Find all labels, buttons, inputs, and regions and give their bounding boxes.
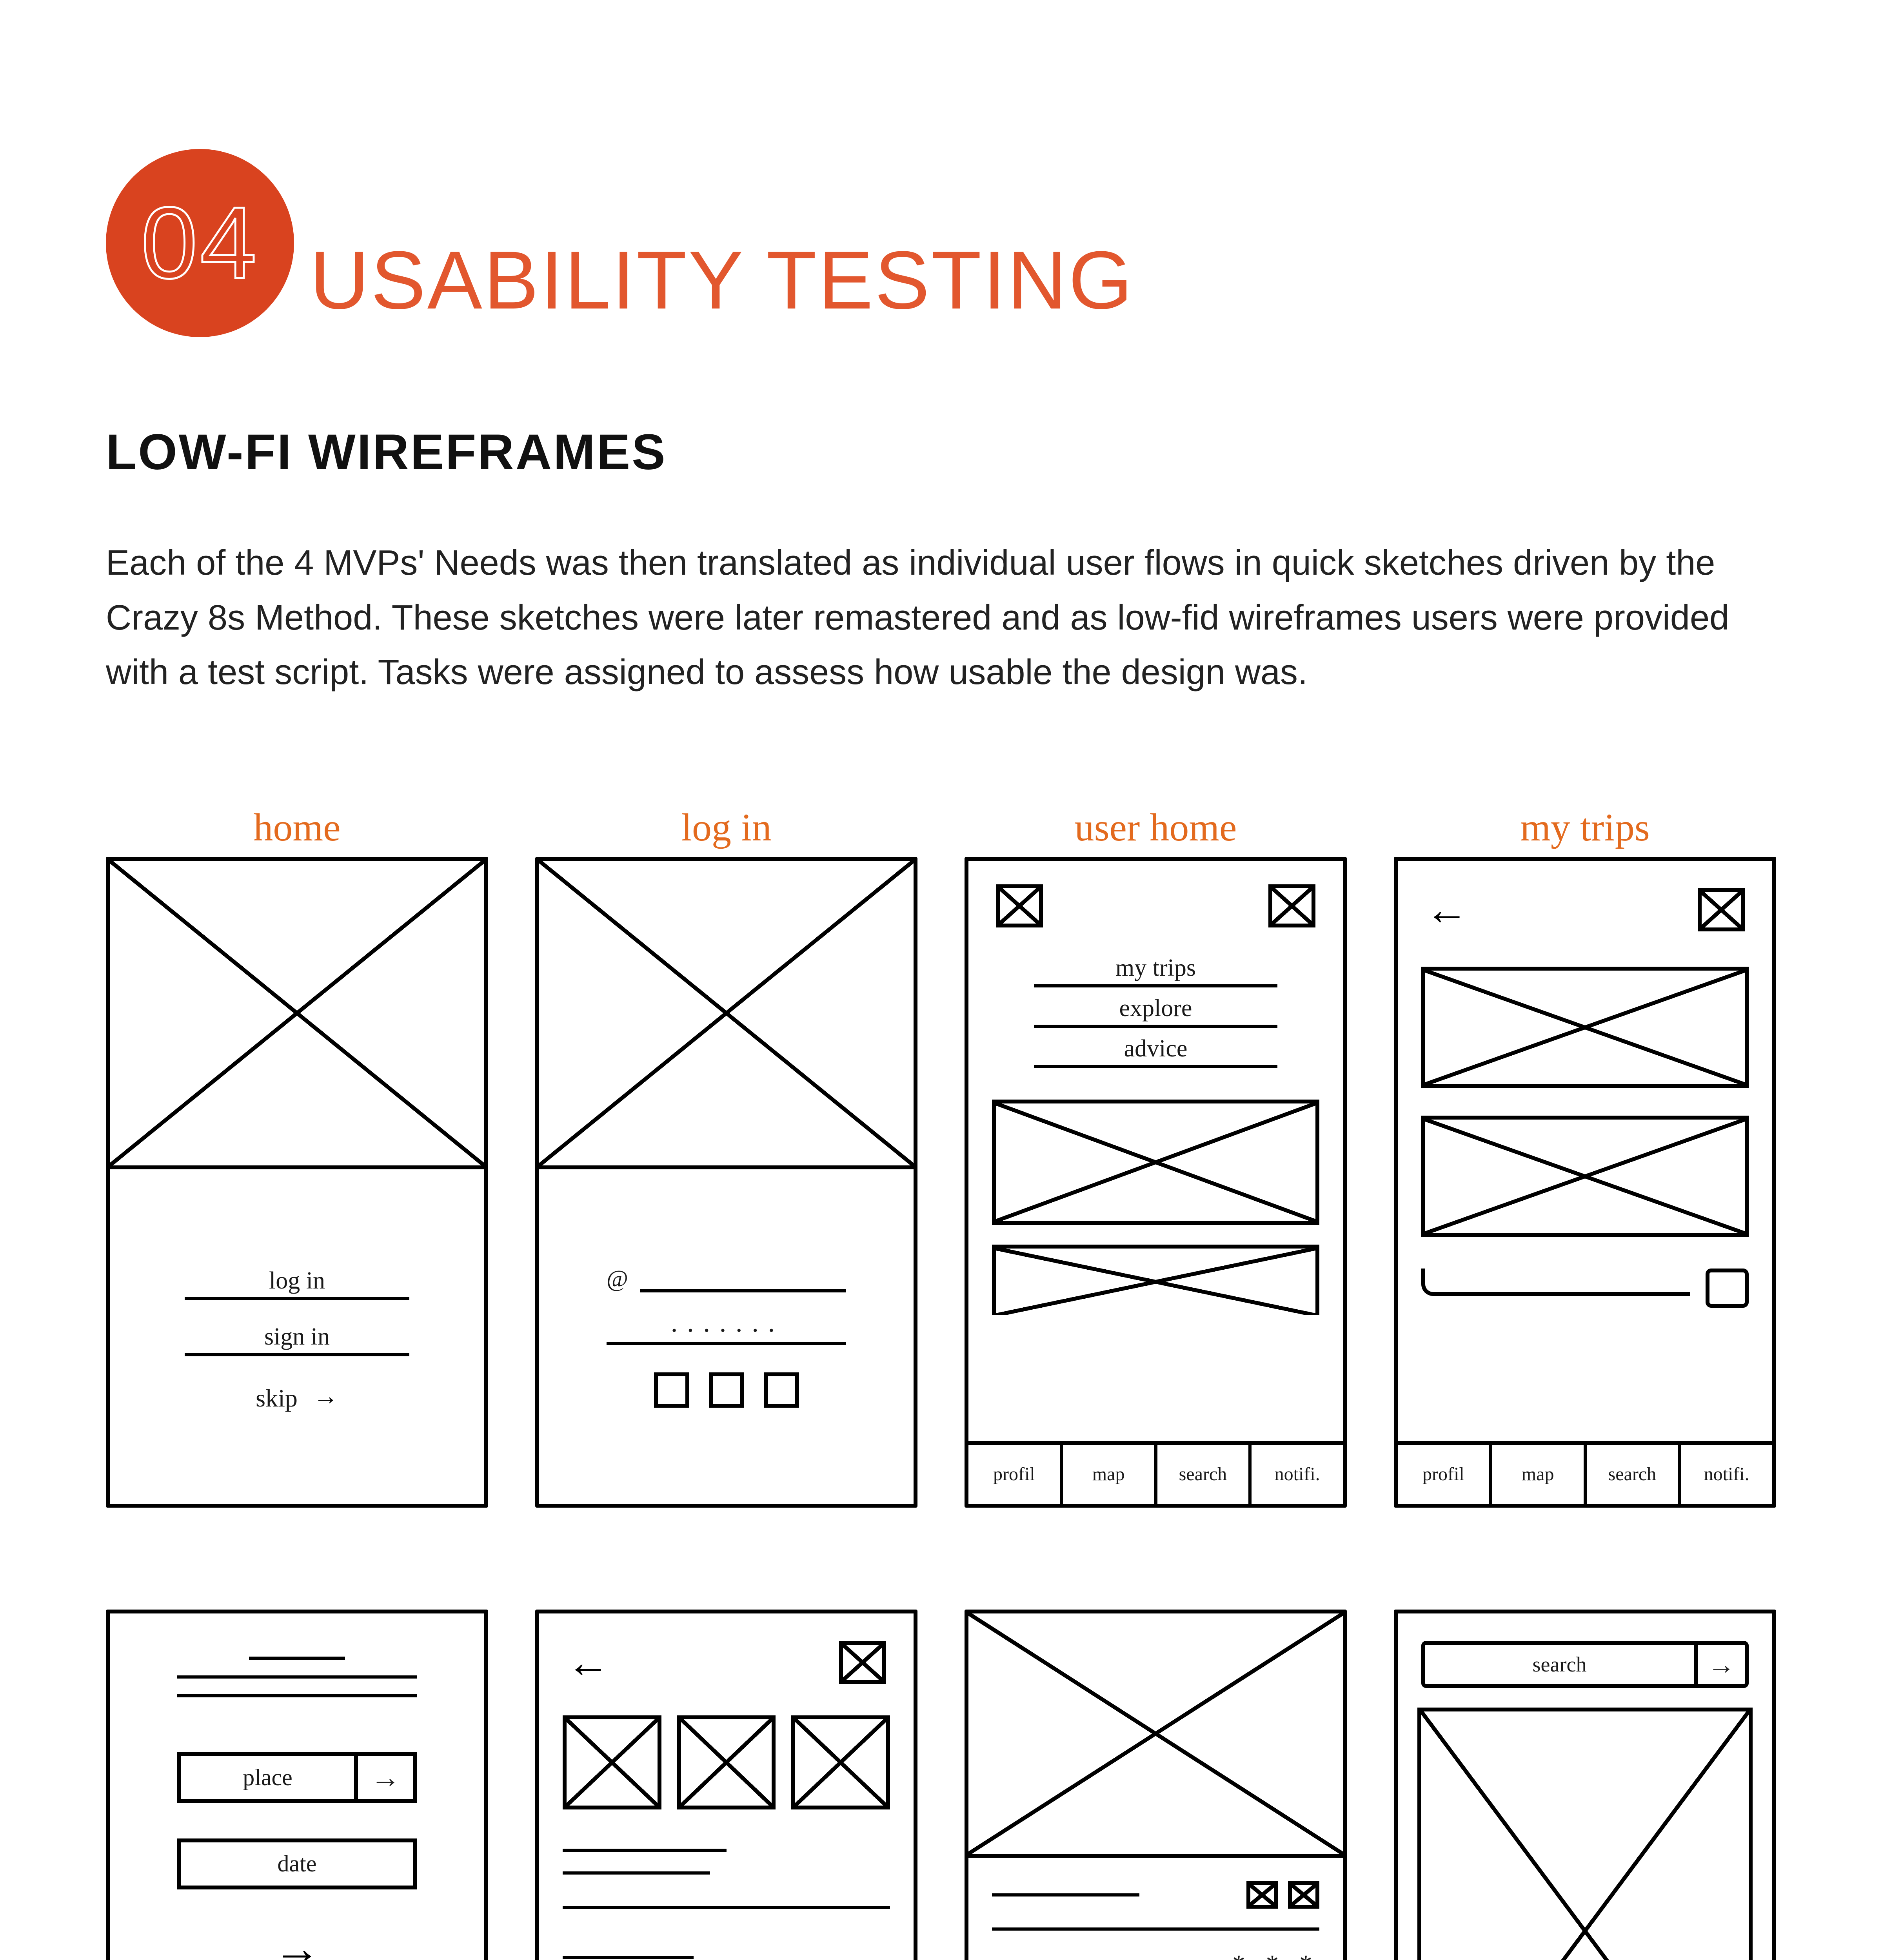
- skip-link: skip →: [185, 1372, 409, 1413]
- avatar-icon: [996, 884, 1043, 927]
- phone-frame: place → date → profil map search notifi.: [106, 1610, 488, 1960]
- place-input: place: [181, 1764, 354, 1791]
- thumb-card: [677, 1715, 776, 1809]
- wireframe-my-trips: my trips ← profil map search notifi.: [1394, 802, 1776, 1508]
- hero-image-placeholder: [968, 1613, 1343, 1858]
- thumb-card: [563, 1715, 661, 1809]
- nav-map: map: [1063, 1445, 1157, 1504]
- phone-frame: ← profil map search: [535, 1610, 917, 1960]
- nav-notifi: notifi.: [1681, 1445, 1772, 1504]
- divider-line: [563, 1906, 890, 1909]
- card-placeholder: [992, 1245, 1319, 1315]
- wireframe-user-home: user home my trips explore advice profil…: [965, 802, 1347, 1508]
- text-line: [563, 1956, 694, 1959]
- login-link: log in: [185, 1260, 409, 1300]
- nav-profil: profil: [1398, 1445, 1492, 1504]
- back-arrow-icon: ←: [1425, 888, 1468, 931]
- wireframe-home: home log in sign in skip →: [106, 802, 488, 1508]
- wireframe-label: home: [253, 802, 340, 849]
- wireframe-label: user home: [1075, 802, 1237, 849]
- nav-search: search: [1157, 1445, 1252, 1504]
- phone-frame: search → map: [1394, 1610, 1776, 1960]
- social-login-box: [654, 1372, 689, 1408]
- wireframe-explore: ← profil map search: [535, 1610, 917, 1960]
- nav-profil: profil: [968, 1445, 1063, 1504]
- settings-icon: [1698, 888, 1745, 931]
- menu-advice: advice: [1034, 1028, 1277, 1068]
- trip-card: [1421, 1116, 1749, 1237]
- thumb-card: [791, 1715, 890, 1809]
- password-dots: ·······: [607, 1320, 846, 1342]
- card-placeholder: [992, 1100, 1319, 1225]
- back-arrow-icon: ←: [567, 1641, 610, 1684]
- skip-text: skip: [256, 1384, 298, 1413]
- arrow-right-icon: →: [354, 1756, 413, 1799]
- header-line: [249, 1657, 345, 1660]
- subsection-title: LOW-FI WIREFRAMES: [106, 423, 1776, 481]
- section-body: Each of the 4 MVPs' Needs was then trans…: [106, 536, 1753, 700]
- menu-explore: explore: [1034, 987, 1277, 1028]
- header-line: [177, 1675, 417, 1679]
- search-input: search: [1425, 1652, 1694, 1677]
- title-line: [992, 1893, 1139, 1896]
- header-line: [177, 1694, 417, 1697]
- nav-map: map: [1492, 1445, 1587, 1504]
- action-icon: [1246, 1881, 1278, 1909]
- add-box-icon: [1706, 1269, 1749, 1308]
- date-input: date: [278, 1850, 317, 1877]
- action-icon: [1288, 1881, 1319, 1909]
- nav-notifi: notifi.: [1252, 1445, 1343, 1504]
- phone-frame: log in sign in skip →: [106, 857, 488, 1508]
- wireframe-login: log in @ ·······: [535, 802, 917, 1508]
- wireframe-about-place: * * * profil map search notifi. about th…: [965, 1610, 1347, 1960]
- bottom-nav: profil map search notifi.: [1398, 1441, 1772, 1504]
- hero-image-placeholder: [539, 861, 914, 1169]
- hero-image-placeholder: [110, 861, 484, 1169]
- wireframes-grid: home log in sign in skip → log in: [106, 802, 1776, 1960]
- wireframe-map: search → map: [1394, 1610, 1776, 1960]
- email-icon: @: [607, 1265, 628, 1292]
- arrow-right-icon: →: [1694, 1645, 1745, 1684]
- phone-frame: @ ·······: [535, 857, 917, 1508]
- text-line: [563, 1849, 727, 1852]
- rating-stars-icon: * * *: [1232, 1949, 1319, 1960]
- signin-link: sign in: [185, 1316, 409, 1356]
- social-login-box: [764, 1372, 799, 1408]
- trip-card: [1421, 967, 1749, 1088]
- wireframe-plan-trip: place → date → profil map search notifi.…: [106, 1610, 488, 1960]
- menu-my-trips: my trips: [1034, 947, 1277, 987]
- phone-frame: my trips explore advice profil map searc…: [965, 857, 1347, 1508]
- bottom-nav: profil map search notifi.: [968, 1441, 1343, 1504]
- section-number: 04: [141, 185, 259, 302]
- wireframe-label: my trips: [1520, 802, 1650, 849]
- text-line: [992, 1927, 1319, 1931]
- section-number-badge: 04: [106, 149, 294, 337]
- email-input: [640, 1289, 846, 1292]
- phone-frame: ← profil map search notifi.: [1394, 857, 1776, 1508]
- phone-frame: * * * profil map search notifi.: [965, 1610, 1347, 1960]
- nav-search: search: [1587, 1445, 1681, 1504]
- section-title: USABILITY TESTING: [310, 239, 1134, 337]
- text-line: [563, 1871, 710, 1875]
- settings-icon: [839, 1641, 886, 1684]
- social-login-box: [709, 1372, 744, 1408]
- wireframe-label: log in: [681, 802, 772, 849]
- arrow-right-icon: →: [274, 1925, 321, 1960]
- list-item-stub: [1421, 1269, 1690, 1296]
- section-header: 04 USABILITY TESTING: [106, 149, 1776, 337]
- map-placeholder: [1417, 1708, 1753, 1960]
- arrow-right-icon: →: [313, 1384, 338, 1413]
- settings-icon: [1268, 884, 1315, 927]
